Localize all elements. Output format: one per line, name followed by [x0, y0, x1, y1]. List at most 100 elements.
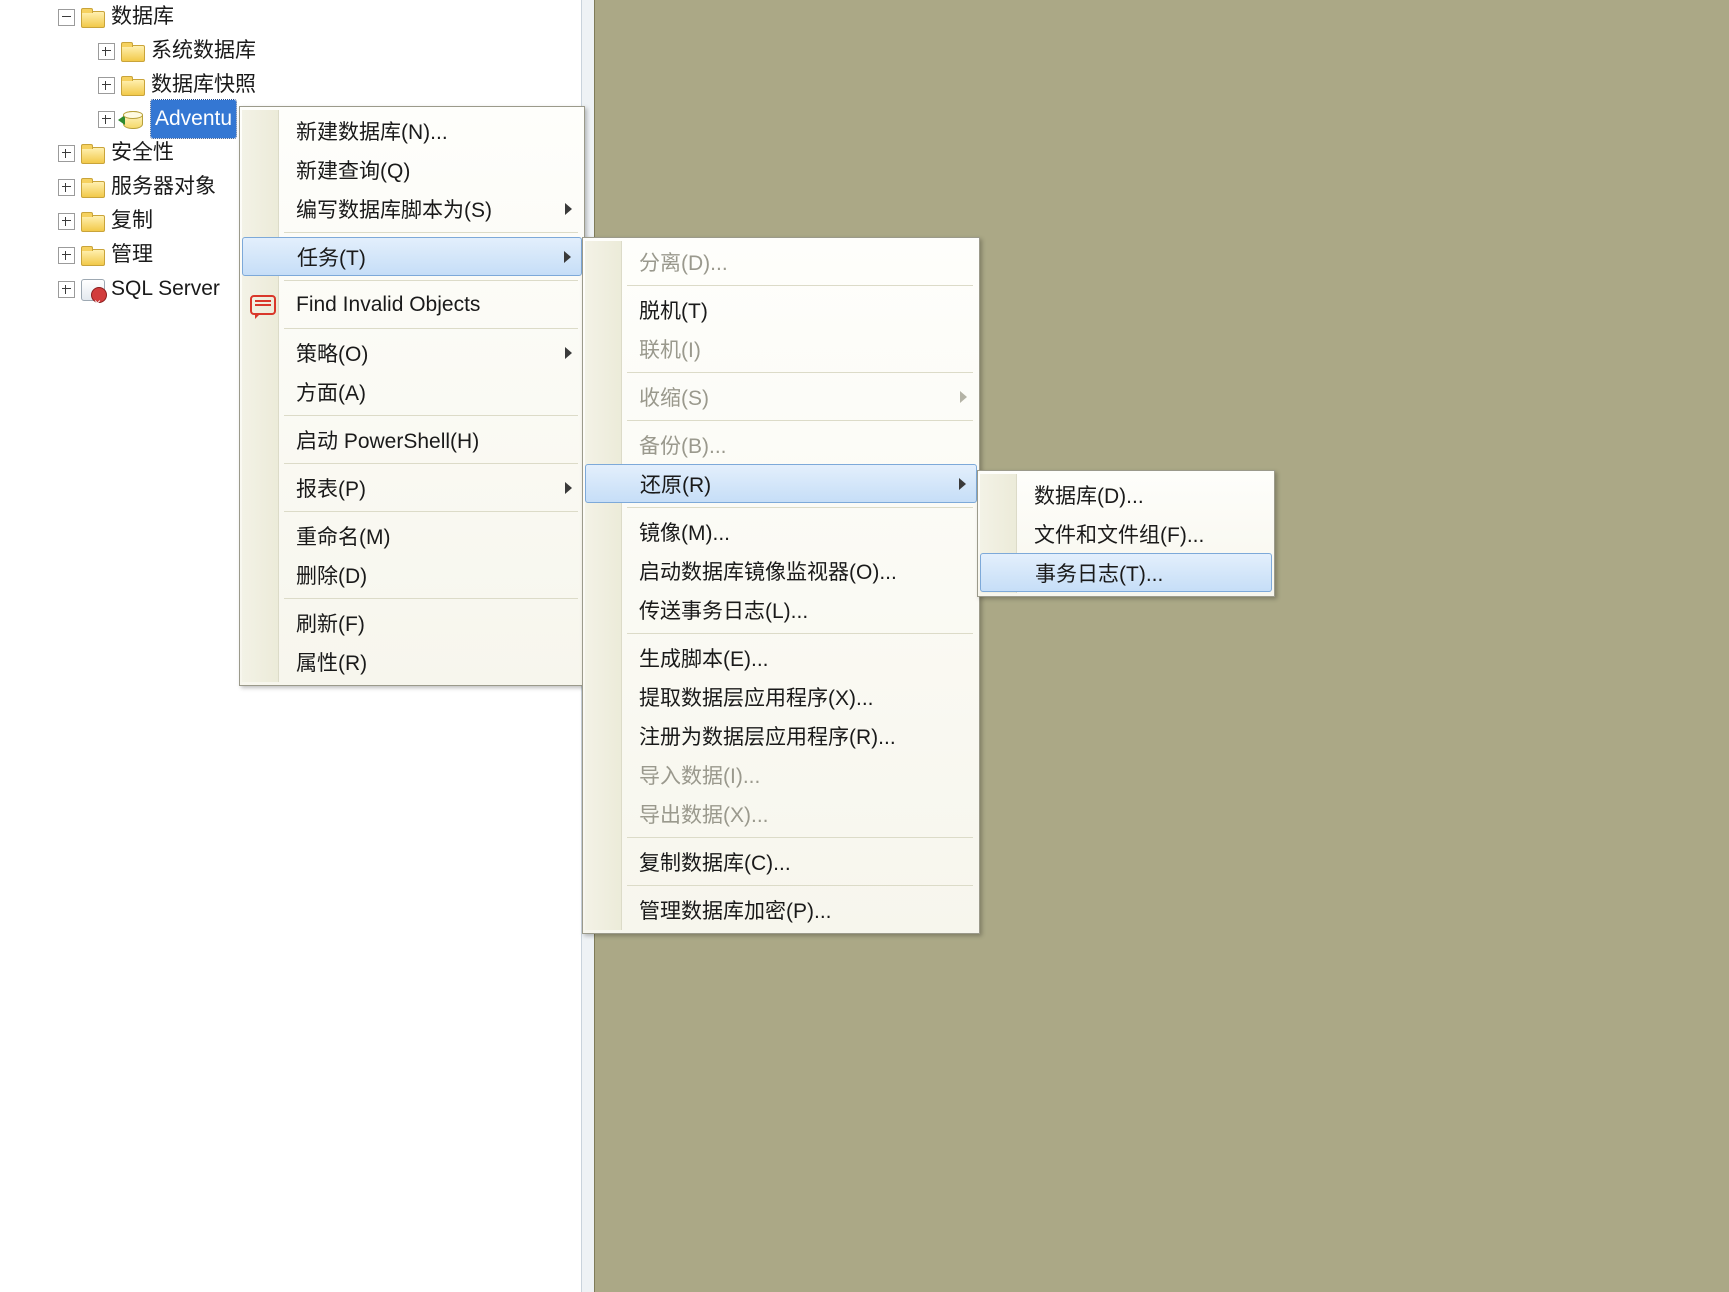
- find-invalid-icon: [250, 295, 276, 315]
- menu-label: Find Invalid Objects: [296, 293, 480, 317]
- menu-separator: [284, 511, 578, 512]
- menu-item-tasks[interactable]: 任务(T): [242, 237, 582, 276]
- tree-label: 管理: [111, 238, 153, 272]
- folder-icon: [81, 178, 103, 196]
- menu-label: 数据库(D)...: [1034, 480, 1144, 510]
- menu-item-launch-mirror-monitor[interactable]: 启动数据库镜像监视器(O)...: [585, 551, 977, 590]
- menu-item-register-data-tier[interactable]: 注册为数据层应用程序(R)...: [585, 716, 977, 755]
- tree-label: 系统数据库: [151, 34, 256, 68]
- menu-item-reports[interactable]: 报表(P): [242, 468, 582, 507]
- submenu-arrow-icon: [959, 478, 966, 490]
- menu-item-bring-online[interactable]: 联机(I): [585, 329, 977, 368]
- context-menu-tasks[interactable]: 分离(D)... 脱机(T) 联机(I) 收缩(S) 备份(B)... 还原(R…: [582, 237, 980, 934]
- context-menu-database[interactable]: 新建数据库(N)... 新建查询(Q) 编写数据库脚本为(S) 任务(T) Fi…: [239, 106, 585, 686]
- menu-separator: [627, 837, 973, 838]
- menu-item-mirror[interactable]: 镜像(M)...: [585, 512, 977, 551]
- menu-item-export-data[interactable]: 导出数据(X)...: [585, 794, 977, 833]
- folder-icon: [81, 212, 103, 230]
- tree-node-databases[interactable]: 数据库: [0, 0, 581, 34]
- context-menu-restore[interactable]: 数据库(D)... 文件和文件组(F)... 事务日志(T)...: [977, 470, 1275, 597]
- menu-label: 事务日志(T)...: [1035, 558, 1163, 588]
- folder-icon: [81, 246, 103, 264]
- menu-separator: [284, 328, 578, 329]
- tree-label: 数据库快照: [151, 68, 256, 102]
- collapse-icon[interactable]: [58, 9, 75, 26]
- menu-item-restore-transaction-log[interactable]: 事务日志(T)...: [980, 553, 1272, 592]
- menu-label: 启动 PowerShell(H): [296, 425, 479, 455]
- menu-label: 注册为数据层应用程序(R)...: [639, 721, 896, 751]
- menu-separator: [284, 598, 578, 599]
- menu-item-extract-data-tier[interactable]: 提取数据层应用程序(X)...: [585, 677, 977, 716]
- menu-separator: [627, 885, 973, 886]
- menu-separator: [627, 372, 973, 373]
- menu-item-new-database[interactable]: 新建数据库(N)...: [242, 111, 582, 150]
- expand-icon[interactable]: [58, 179, 75, 196]
- menu-item-detach[interactable]: 分离(D)...: [585, 242, 977, 281]
- menu-item-delete[interactable]: 删除(D): [242, 555, 582, 594]
- menu-label: 刷新(F): [296, 608, 365, 638]
- menu-item-facets[interactable]: 方面(A): [242, 372, 582, 411]
- menu-label: 任务(T): [297, 242, 366, 272]
- menu-item-restore-files-filegroups[interactable]: 文件和文件组(F)...: [980, 514, 1272, 553]
- menu-label: 提取数据层应用程序(X)...: [639, 682, 874, 712]
- menu-label: 方面(A): [296, 377, 366, 407]
- menu-label: 传送事务日志(L)...: [639, 595, 808, 625]
- menu-label: 收缩(S): [639, 382, 709, 412]
- menu-item-restore-database[interactable]: 数据库(D)...: [980, 475, 1272, 514]
- folder-icon: [121, 42, 143, 60]
- menu-item-find-invalid-objects[interactable]: Find Invalid Objects: [242, 285, 582, 324]
- menu-separator: [284, 415, 578, 416]
- folder-icon: [81, 8, 103, 26]
- menu-item-restore[interactable]: 还原(R): [585, 464, 977, 503]
- menu-item-policies[interactable]: 策略(O): [242, 333, 582, 372]
- menu-item-shrink[interactable]: 收缩(S): [585, 377, 977, 416]
- menu-item-generate-scripts[interactable]: 生成脚本(E)...: [585, 638, 977, 677]
- menu-item-properties[interactable]: 属性(R): [242, 642, 582, 681]
- expand-icon[interactable]: [98, 77, 115, 94]
- menu-item-script-database-as[interactable]: 编写数据库脚本为(S): [242, 189, 582, 228]
- menu-label: 策略(O): [296, 338, 368, 368]
- menu-item-start-powershell[interactable]: 启动 PowerShell(H): [242, 420, 582, 459]
- expand-icon[interactable]: [58, 213, 75, 230]
- tree-label: 复制: [111, 204, 153, 238]
- tree-node-database-snapshots[interactable]: 数据库快照: [0, 68, 581, 102]
- menu-item-ship-transaction-logs[interactable]: 传送事务日志(L)...: [585, 590, 977, 629]
- expand-icon[interactable]: [98, 111, 115, 128]
- menu-separator: [284, 280, 578, 281]
- submenu-arrow-icon: [565, 203, 572, 215]
- menu-item-new-query[interactable]: 新建查询(Q): [242, 150, 582, 189]
- menu-item-refresh[interactable]: 刷新(F): [242, 603, 582, 642]
- menu-label: 复制数据库(C)...: [639, 847, 791, 877]
- menu-label: 联机(I): [639, 334, 701, 364]
- submenu-arrow-icon: [960, 391, 967, 403]
- expand-icon[interactable]: [58, 145, 75, 162]
- tree-node-system-databases[interactable]: 系统数据库: [0, 34, 581, 68]
- expand-icon[interactable]: [58, 281, 75, 298]
- submenu-arrow-icon: [565, 482, 572, 494]
- menu-item-manage-db-encryption[interactable]: 管理数据库加密(P)...: [585, 890, 977, 929]
- menu-item-backup[interactable]: 备份(B)...: [585, 425, 977, 464]
- menu-separator: [284, 232, 578, 233]
- submenu-arrow-icon: [565, 347, 572, 359]
- menu-label: 报表(P): [296, 473, 366, 503]
- menu-separator: [627, 285, 973, 286]
- menu-label: 导入数据(I)...: [639, 760, 760, 790]
- menu-separator: [627, 507, 973, 508]
- tree-label: 服务器对象: [111, 170, 216, 204]
- menu-label: 备份(B)...: [639, 430, 727, 460]
- menu-label: 新建数据库(N)...: [296, 116, 448, 146]
- expand-icon[interactable]: [58, 247, 75, 264]
- menu-separator: [284, 463, 578, 464]
- menu-label: 重命名(M): [296, 521, 390, 551]
- submenu-arrow-icon: [564, 251, 571, 263]
- menu-item-copy-database[interactable]: 复制数据库(C)...: [585, 842, 977, 881]
- menu-item-rename[interactable]: 重命名(M): [242, 516, 582, 555]
- menu-item-take-offline[interactable]: 脱机(T): [585, 290, 977, 329]
- tree-label: SQL Server: [111, 272, 220, 306]
- database-icon: [121, 109, 143, 129]
- menu-separator: [627, 420, 973, 421]
- expand-icon[interactable]: [98, 43, 115, 60]
- menu-separator: [627, 633, 973, 634]
- menu-item-import-data[interactable]: 导入数据(I)...: [585, 755, 977, 794]
- folder-icon: [81, 144, 103, 162]
